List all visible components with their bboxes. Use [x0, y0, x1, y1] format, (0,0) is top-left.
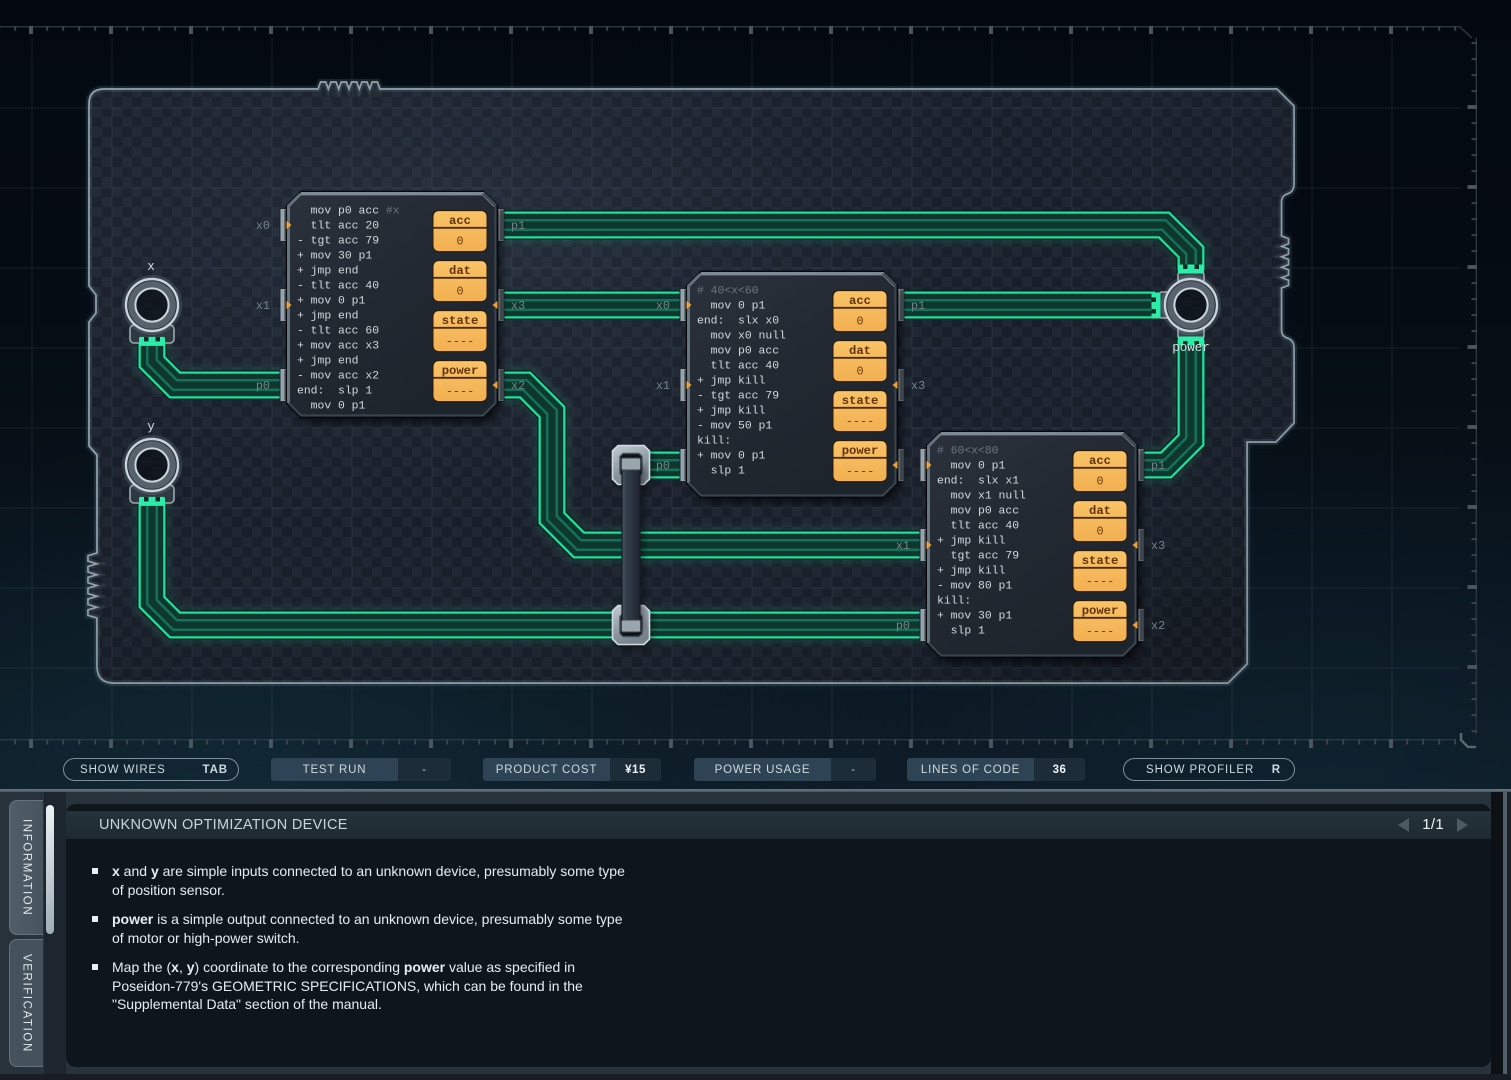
svg-text:+ mov 30 p1: + mov 30 p1	[937, 610, 1012, 622]
svg-text:mov x1 null: mov x1 null	[937, 490, 1026, 502]
svg-text:tlt acc 40: tlt acc 40	[697, 360, 779, 372]
svg-text:----: ----	[446, 334, 474, 348]
svg-text:----: ----	[1086, 574, 1114, 588]
svg-text:0: 0	[856, 364, 863, 378]
svg-text:p0: p0	[256, 379, 270, 393]
svg-text:state: state	[842, 394, 879, 408]
svg-text:0: 0	[856, 314, 863, 328]
svg-text:x1: x1	[656, 379, 670, 393]
svg-text:----: ----	[846, 414, 874, 428]
svg-text:- tgt acc 79: - tgt acc 79	[697, 390, 779, 402]
svg-text:x1: x1	[256, 299, 270, 313]
svg-text:state: state	[442, 314, 479, 328]
svg-text:----: ----	[1086, 624, 1114, 638]
svg-text:state: state	[1082, 554, 1119, 568]
svg-text:mov x0 null: mov x0 null	[697, 330, 786, 342]
svg-text:x1: x1	[896, 539, 910, 553]
svg-text:x: x	[147, 260, 155, 274]
svg-text:+ jmp kill: + jmp kill	[937, 535, 1006, 547]
svg-text:p1: p1	[511, 219, 525, 233]
svg-text:power: power	[442, 364, 479, 378]
svg-text:dat: dat	[849, 344, 871, 358]
svg-text:end: slx x1: end: slx x1	[937, 475, 1019, 487]
svg-text:----: ----	[446, 384, 474, 398]
svg-text:mov p0 acc: mov p0 acc	[697, 345, 779, 357]
svg-text:x3: x3	[511, 299, 525, 313]
svg-text:+ jmp kill: + jmp kill	[697, 405, 766, 417]
svg-text:dat: dat	[1089, 504, 1111, 518]
svg-text:mov p0 acc: mov p0 acc	[937, 505, 1019, 517]
svg-text:dat: dat	[449, 264, 471, 278]
svg-text:+ jmp end: + jmp end	[297, 355, 359, 367]
svg-text:+ jmp end: + jmp end	[297, 310, 359, 322]
svg-text:x2: x2	[511, 379, 525, 393]
svg-text:- tlt acc 40: - tlt acc 40	[297, 280, 379, 292]
svg-text:p1: p1	[1151, 459, 1165, 473]
svg-text:end: slx x0: end: slx x0	[697, 315, 779, 327]
svg-text:----: ----	[846, 464, 874, 478]
svg-text:slp 1: slp 1	[697, 465, 745, 477]
svg-text:x0: x0	[656, 299, 670, 313]
svg-text:kill:: kill:	[697, 435, 731, 447]
svg-text:# 40<x<60: # 40<x<60	[697, 285, 759, 297]
svg-text:+ jmp end: + jmp end	[297, 265, 359, 277]
svg-text:p0: p0	[656, 459, 670, 473]
svg-text:x0: x0	[256, 219, 270, 233]
svg-text:power: power	[842, 444, 879, 458]
svg-text:mov p0 acc #x: mov p0 acc #x	[297, 205, 400, 217]
svg-text:tgt acc 79: tgt acc 79	[937, 550, 1019, 562]
svg-text:- mov 80 p1: - mov 80 p1	[937, 580, 1012, 592]
svg-text:x3: x3	[911, 379, 925, 393]
svg-text:mov 0 p1: mov 0 p1	[697, 300, 766, 312]
svg-text:mov 0 p1: mov 0 p1	[297, 400, 366, 412]
svg-text:+ mov acc x3: + mov acc x3	[297, 340, 379, 352]
svg-text:- tgt acc 79: - tgt acc 79	[297, 235, 379, 247]
svg-text:end: slp 1: end: slp 1	[297, 385, 372, 397]
svg-text:slp 1: slp 1	[937, 625, 985, 637]
svg-text:x2: x2	[1151, 619, 1165, 633]
svg-text:- mov acc x2: - mov acc x2	[297, 370, 379, 382]
svg-text:p1: p1	[911, 299, 925, 313]
svg-text:y: y	[147, 420, 155, 434]
svg-text:- mov 50 p1: - mov 50 p1	[697, 420, 772, 432]
svg-text:power: power	[1172, 341, 1210, 355]
svg-text:+ jmp kill: + jmp kill	[937, 565, 1006, 577]
svg-text:0: 0	[1096, 474, 1103, 488]
svg-text:acc: acc	[449, 214, 471, 228]
svg-text:0: 0	[456, 234, 463, 248]
svg-text:tlt acc 20: tlt acc 20	[297, 220, 379, 232]
svg-text:p0: p0	[896, 619, 910, 633]
svg-text:x3: x3	[1151, 539, 1165, 553]
svg-text:power: power	[1082, 604, 1119, 618]
svg-text:# 60<x<80: # 60<x<80	[937, 445, 999, 457]
svg-text:acc: acc	[849, 294, 871, 308]
svg-text:+ mov 0 p1: + mov 0 p1	[697, 450, 766, 462]
svg-text:+ mov 0 p1: + mov 0 p1	[297, 295, 366, 307]
svg-text:0: 0	[1096, 524, 1103, 538]
svg-text:+ jmp kill: + jmp kill	[697, 375, 766, 387]
svg-text:+ mov 30 p1: + mov 30 p1	[297, 250, 372, 262]
svg-text:acc: acc	[1089, 454, 1111, 468]
svg-text:mov 0 p1: mov 0 p1	[937, 460, 1006, 472]
svg-text:0: 0	[456, 284, 463, 298]
svg-text:tlt acc 40: tlt acc 40	[937, 520, 1019, 532]
svg-text:- tlt acc 60: - tlt acc 60	[297, 325, 379, 337]
svg-text:kill:: kill:	[937, 595, 971, 607]
